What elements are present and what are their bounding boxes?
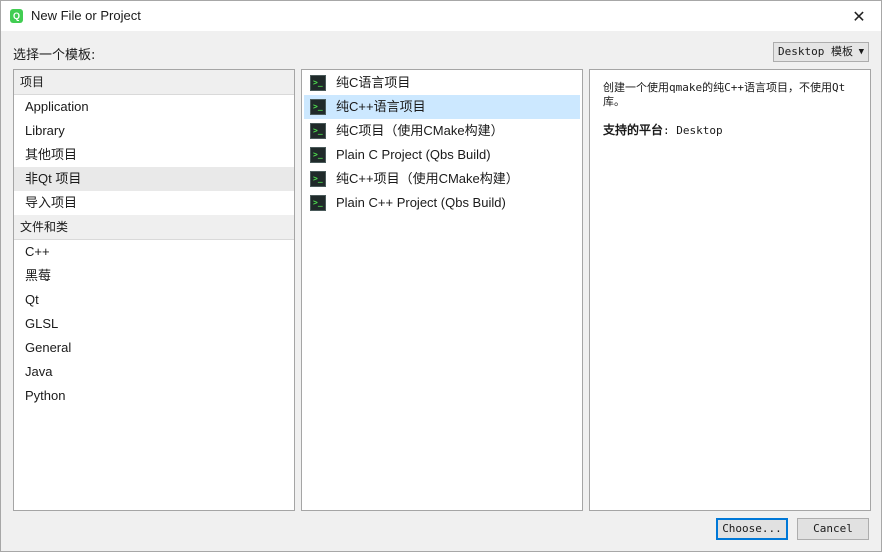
template-item-label: 纯C++语言项目 (336, 99, 426, 114)
description-panel: 创建一个使用qmake的纯C++语言项目，不使用Qt库。 支持的平台: Desk… (589, 69, 871, 511)
template-filter-value: Desktop 模板 (778, 45, 853, 58)
close-button[interactable]: ✕ (837, 1, 881, 31)
template-item[interactable]: >_ 纯C++语言项目 (304, 95, 580, 119)
template-item[interactable]: >_ 纯C++项目（使用CMake构建） (304, 167, 580, 191)
category-item-import-project[interactable]: 导入项目 (14, 191, 294, 215)
chevron-down-icon: ▼ (858, 47, 864, 57)
template-description: 创建一个使用qmake的纯C++语言项目，不使用Qt库。 (603, 81, 846, 108)
category-item-qt[interactable]: Qt (14, 288, 294, 312)
terminal-icon: >_ (310, 75, 326, 91)
terminal-icon: >_ (310, 171, 326, 187)
category-item-glsl[interactable]: GLSL (14, 312, 294, 336)
category-item-python[interactable]: Python (14, 384, 294, 408)
terminal-icon: >_ (310, 123, 326, 139)
template-item-label: Plain C++ Project (Qbs Build) (336, 195, 506, 210)
terminal-icon: >_ (310, 99, 326, 115)
category-item-blackberry[interactable]: 黑莓 (14, 264, 294, 288)
template-item[interactable]: >_ Plain C++ Project (Qbs Build) (304, 191, 580, 215)
title-bar: Q New File or Project ✕ (1, 1, 881, 31)
category-item-non-qt-project[interactable]: 非Qt 项目 (14, 167, 294, 191)
template-panel: >_ 纯C语言项目 >_ 纯C++语言项目 >_ 纯C项目（使用CMake构建）… (301, 69, 583, 511)
template-item[interactable]: >_ 纯C语言项目 (304, 71, 580, 95)
template-item-label: 纯C语言项目 (336, 75, 411, 90)
category-item-cpp[interactable]: C++ (14, 240, 294, 264)
close-icon: ✕ (852, 6, 866, 26)
template-item[interactable]: >_ 纯C项目（使用CMake构建） (304, 119, 580, 143)
category-header-projects: 项目 (14, 70, 294, 95)
template-item-label: Plain C Project (Qbs Build) (336, 147, 491, 162)
qt-creator-icon: Q (10, 9, 23, 23)
supported-platforms-value: : Desktop (663, 124, 723, 137)
supported-platforms-label: 支持的平台 (603, 123, 664, 137)
new-file-or-project-dialog: Q New File or Project ✕ 选择一个模板: Desktop … (0, 0, 882, 552)
template-filter-combo[interactable]: Desktop 模板 ▼ (773, 42, 869, 62)
template-item[interactable]: >_ Plain C Project (Qbs Build) (304, 143, 580, 167)
template-item-label: 纯C++项目（使用CMake构建） (336, 171, 519, 186)
terminal-icon: >_ (310, 195, 326, 211)
choose-button[interactable]: Choose... (716, 518, 788, 540)
template-item-label: 纯C项目（使用CMake构建） (336, 123, 504, 138)
category-header-files-and-classes: 文件和类 (14, 215, 294, 240)
window-title: New File or Project (31, 8, 141, 23)
category-item-general[interactable]: General (14, 336, 294, 360)
terminal-icon: >_ (310, 147, 326, 163)
category-item-library[interactable]: Library (14, 119, 294, 143)
supported-platforms: 支持的平台: Desktop (603, 123, 857, 138)
category-item-application[interactable]: Application (14, 95, 294, 119)
category-panel: 项目 Application Library 其他项目 非Qt 项目 导入项目 … (13, 69, 295, 511)
category-item-java[interactable]: Java (14, 360, 294, 384)
category-item-other-project[interactable]: 其他项目 (14, 143, 294, 167)
cancel-button[interactable]: Cancel (797, 518, 869, 540)
choose-template-label: 选择一个模板: (13, 48, 96, 63)
